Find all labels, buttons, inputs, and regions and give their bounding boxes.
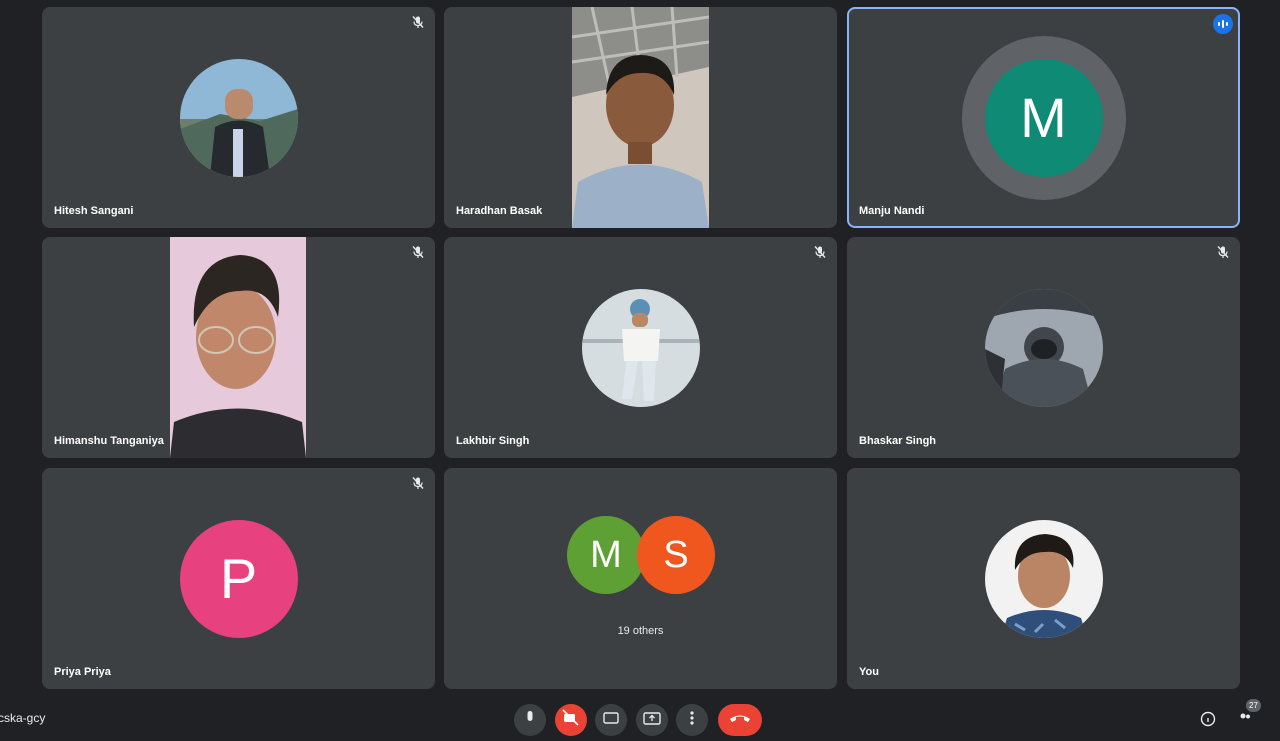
- more-options-button[interactable]: [676, 704, 708, 736]
- avatar: [581, 288, 700, 407]
- info-icon[interactable]: [1200, 711, 1216, 727]
- participant-name: Hitesh Sangani: [54, 205, 134, 217]
- participant-name: Priya Priya: [54, 666, 111, 678]
- mic-icon: [527, 711, 533, 721]
- meeting-code: cska-gcy: [0, 711, 46, 725]
- others-tile[interactable]: M S 19 others: [444, 468, 837, 689]
- participant-tile[interactable]: Bhaskar Singh: [847, 237, 1240, 458]
- participant-count-badge: 27: [1246, 699, 1261, 712]
- participant-name: Haradhan Basak: [456, 205, 543, 217]
- camera-button[interactable]: [555, 704, 587, 736]
- end-call-icon: [730, 715, 750, 722]
- avatar: [984, 288, 1103, 407]
- mic-off-icon: [412, 16, 424, 28]
- participant-name: Manju Nandi: [859, 205, 925, 217]
- more-options-icon: [690, 711, 694, 725]
- others-count: 19 others: [617, 625, 664, 637]
- speaking-indicator-icon: [1213, 14, 1233, 34]
- bottom-bar: cska-gcy: [0, 700, 1280, 736]
- mic-button[interactable]: [514, 704, 546, 736]
- mic-off-icon: [412, 246, 424, 258]
- participant-tile[interactable]: Lakhbir Singh: [444, 237, 837, 458]
- participant-tile[interactable]: P Priya Priya: [42, 468, 435, 689]
- participant-name: Lakhbir Singh: [456, 435, 530, 447]
- present-button[interactable]: [636, 704, 668, 736]
- participant-video: [170, 237, 306, 458]
- participant-tile[interactable]: Haradhan Basak: [444, 7, 837, 228]
- avatar: [179, 58, 298, 177]
- participant-video: [572, 7, 709, 228]
- avatar: S: [637, 516, 715, 594]
- participant-tile-speaking[interactable]: M Manju Nandi: [847, 7, 1240, 228]
- participant-name: Bhaskar Singh: [859, 435, 937, 447]
- leave-call-button[interactable]: [718, 704, 762, 736]
- avatar: P: [179, 519, 298, 638]
- participant-tile[interactable]: Hitesh Sangani: [42, 7, 435, 228]
- captions-button[interactable]: [595, 704, 627, 736]
- avatar: M: [984, 58, 1103, 177]
- captions-icon: [603, 712, 619, 724]
- participant-tile[interactable]: Himanshu Tanganiya: [42, 237, 435, 458]
- mic-off-icon: [814, 246, 826, 258]
- others-avatars: M S: [567, 516, 717, 596]
- people-icon[interactable]: [1237, 711, 1253, 727]
- participant-name: You: [859, 666, 879, 678]
- avatar: [984, 519, 1103, 638]
- avatar: M: [567, 516, 645, 594]
- camera-off-icon: [562, 709, 579, 726]
- mic-off-icon: [1217, 246, 1229, 258]
- participant-name: Himanshu Tanganiya: [54, 435, 164, 447]
- present-icon: [643, 712, 661, 725]
- self-tile[interactable]: You: [847, 468, 1240, 689]
- mic-off-icon: [412, 477, 424, 489]
